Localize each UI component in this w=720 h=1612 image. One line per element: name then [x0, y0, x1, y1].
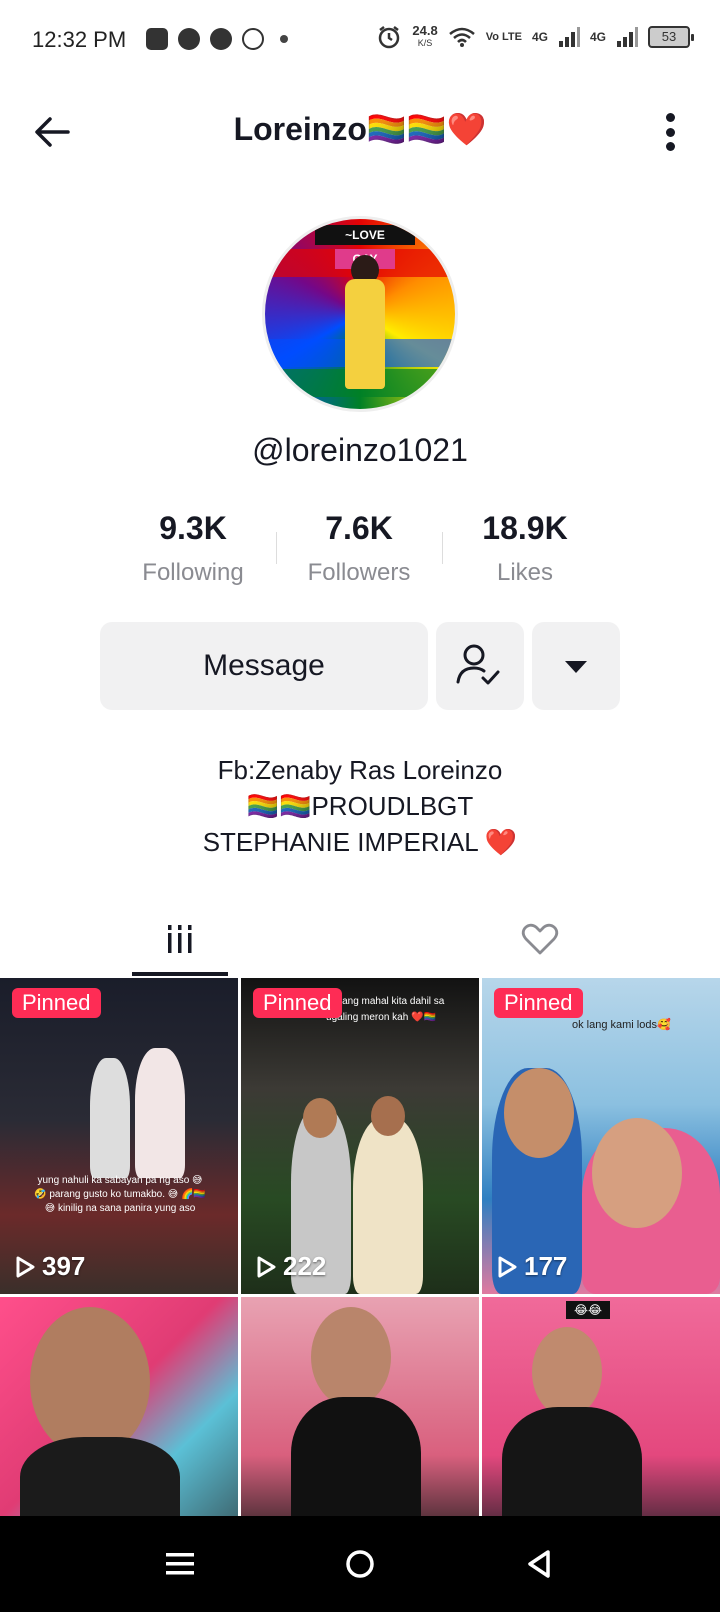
stat-followers[interactable]: 7.6K Followers: [276, 510, 442, 590]
pinned-badge: Pinned: [12, 988, 101, 1018]
video-caption: ok lang kami lods🥰: [572, 1019, 671, 1031]
network-speed-value: 24.8: [412, 23, 438, 38]
messenger-icon: [178, 28, 200, 50]
profile-bio: Fb:Zenaby Ras Loreinzo 🏳️‍🌈🏳️‍🌈PROUDLBGT…: [0, 752, 720, 860]
alarm-icon: [379, 26, 400, 49]
username: @loreinzo1021: [252, 432, 468, 468]
pinned-badge: Pinned: [253, 988, 342, 1018]
app-notification-icon-2: [210, 28, 232, 50]
network-speed-unit: K/S: [417, 38, 433, 48]
wifi-icon: [448, 27, 475, 47]
notification-icons: [146, 28, 288, 50]
video-thumbnail[interactable]: ok lang kami lods🥰 Pinned 177: [482, 978, 720, 1294]
stat-value: 18.9K: [482, 510, 568, 546]
system-navigation-bar: [0, 1516, 720, 1612]
stat-value: 7.6K: [325, 510, 393, 546]
stat-label: Following: [142, 559, 244, 586]
view-count-value: 177: [524, 1251, 568, 1281]
active-tab-indicator: [132, 972, 228, 976]
video-grid: yung nahuli ka sabayan pa ng aso 😅 🤣 par…: [0, 978, 720, 1516]
profile-stats: 9.3K Following 7.6K Followers 18.9K Like…: [110, 510, 610, 590]
video-caption: yung nahuli ka sabayan pa ng aso 😅 🤣 par…: [34, 1175, 206, 1214]
avatar[interactable]: ~LOVE GAY: [262, 216, 458, 412]
battery-icon: 53: [648, 26, 694, 48]
video-thumbnail[interactable]: mukhang mahal kita dahil sa ugaling mero…: [241, 978, 479, 1294]
play-icon: [16, 1256, 35, 1277]
network-type-1: 4G: [531, 30, 548, 44]
more-notifications-dot-icon: [280, 35, 288, 43]
page-title: Loreinzo🏳️‍🌈🏳️‍🌈❤️: [233, 111, 487, 147]
stat-likes[interactable]: 18.9K Likes: [442, 510, 608, 590]
home-button[interactable]: [342, 1546, 378, 1582]
pinned-badge: Pinned: [494, 988, 583, 1018]
view-count: 397: [14, 1251, 85, 1282]
play-icon: [498, 1256, 517, 1277]
recent-apps-button[interactable]: [162, 1546, 198, 1582]
content-tabs: [0, 900, 720, 978]
system-back-button[interactable]: [522, 1546, 558, 1582]
video-thumbnail[interactable]: yung nahuli ka sabayan pa ng aso 😅 🤣 par…: [0, 978, 238, 1294]
caret-down-icon: [565, 661, 587, 673]
menu-icon: [166, 1553, 194, 1575]
status-bar: 12:32 PM 24.8 K/S Vo LTE 4G 4G 53: [0, 0, 720, 80]
view-count: 222: [255, 1251, 326, 1282]
more-options-button[interactable]: [660, 110, 680, 154]
profile-header: Loreinzo🏳️‍🌈🏳️‍🌈❤️: [0, 90, 720, 170]
video-thumbnail[interactable]: [241, 1297, 479, 1516]
stat-value: 9.3K: [159, 510, 227, 546]
video-thumbnail[interactable]: 😂😂: [482, 1297, 720, 1516]
status-time: 12:32 PM: [32, 27, 127, 52]
view-count-value: 397: [42, 1251, 86, 1281]
grid-bars-icon: [168, 925, 192, 953]
app-notification-icon: [146, 28, 168, 50]
message-button[interactable]: Message: [100, 622, 428, 710]
heart-outline-icon: [521, 923, 559, 955]
view-count-value: 222: [283, 1251, 327, 1281]
tab-videos[interactable]: [0, 900, 360, 978]
tab-liked[interactable]: [360, 900, 720, 978]
circle-home-icon: [346, 1550, 374, 1578]
video-caption: 😂😂: [566, 1301, 611, 1319]
view-count: 177: [496, 1251, 567, 1282]
signal-icon-1: [558, 27, 580, 47]
network-type-2: 4G: [589, 30, 606, 44]
system-indicators: 24.8 K/S Vo LTE 4G 4G 53: [376, 23, 694, 50]
avatar-banner-text: ~LOVE: [315, 225, 415, 245]
facebook-icon: [242, 28, 264, 50]
vertical-dots-icon: [665, 113, 675, 122]
volte-label: Vo LTE: [485, 30, 522, 43]
user-check-icon: [456, 644, 500, 685]
video-thumbnail[interactable]: [0, 1297, 238, 1516]
signal-icon-2: [617, 27, 638, 47]
network-speed: 24.8 K/S: [412, 23, 438, 49]
following-status-button[interactable]: [436, 622, 524, 710]
profile-actions: Message: [100, 622, 620, 710]
bio-line: 🏳️‍🌈🏳️‍🌈PROUDLBGT: [246, 791, 474, 821]
play-icon: [257, 1256, 276, 1277]
suggested-accounts-dropdown[interactable]: [532, 622, 620, 710]
bio-line: STEPHANIE IMPERIAL ❤️: [202, 827, 518, 857]
bio-line: Fb:Zenaby Ras Loreinzo: [217, 755, 503, 785]
stat-label: Followers: [307, 559, 411, 586]
triangle-back-icon: [528, 1550, 550, 1578]
stat-label: Likes: [496, 559, 554, 586]
stat-following[interactable]: 9.3K Following: [110, 510, 276, 590]
